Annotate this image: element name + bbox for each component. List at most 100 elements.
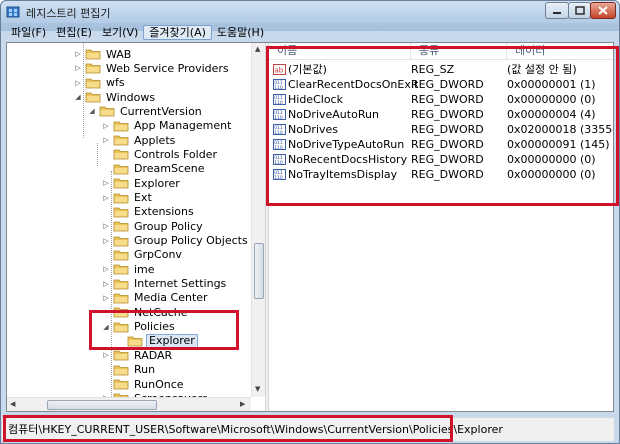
tree-item[interactable]: Controls Folder: [101, 147, 219, 161]
minimize-button[interactable]: [545, 2, 569, 19]
folder-icon: [113, 164, 129, 175]
tree-item[interactable]: ▷ App Management: [101, 119, 233, 133]
maximize-button[interactable]: [568, 2, 591, 19]
expanded-triangle-icon[interactable]: ◢: [87, 104, 97, 118]
tree-item-label: Controls Folder: [134, 147, 217, 161]
tree-item-label: wfs: [106, 76, 125, 90]
tree-item[interactable]: ▷ WAB: [73, 47, 133, 61]
menu-help[interactable]: 도움말(H): [212, 25, 269, 40]
registry-key-tree: ▷ WAB ▷ Web Service Providers ▷ wfs ◢ Windows ◢ C…: [7, 43, 265, 411]
tree-item[interactable]: ▷ Media Center: [101, 291, 210, 305]
folder-icon: [113, 207, 129, 218]
scroll-left-icon[interactable]: ◀: [10, 400, 15, 408]
menu-favorites[interactable]: 즐겨찾기(A): [143, 25, 212, 40]
collapsed-triangle-icon[interactable]: ▷: [101, 348, 111, 362]
collapsed-triangle-icon[interactable]: ▷: [101, 191, 111, 205]
highlight-box-explorer-key: [89, 310, 239, 350]
tree-item[interactable]: RunOnce: [101, 377, 186, 391]
tree-expander-spacer: [101, 363, 111, 377]
tree-item[interactable]: ▷ ime: [101, 262, 157, 276]
highlight-box-values: [266, 46, 619, 206]
folder-icon: [113, 236, 129, 246]
tree-item-label: Explorer: [134, 176, 180, 190]
collapsed-triangle-icon[interactable]: ▷: [101, 291, 111, 305]
folder-icon: [85, 49, 101, 60]
tree-item[interactable]: ▷ Web Service Providers: [73, 61, 231, 75]
tree-item-label: Internet Settings: [134, 277, 227, 291]
tree-item-label: DreamScene: [134, 162, 205, 176]
scroll-up-icon[interactable]: ▲: [255, 45, 260, 53]
tree-item-label: GrpConv: [134, 248, 182, 262]
tree-item-label: WAB: [106, 47, 132, 61]
window-title: 레지스트리 편집기: [26, 7, 111, 20]
tree-item-label: RunOnce: [134, 377, 184, 391]
tree-vertical-scrollbar[interactable]: ▲ ▼: [251, 43, 265, 397]
tree-item[interactable]: ▷ Group Policy Objects: [101, 234, 250, 248]
collapsed-triangle-icon[interactable]: ▷: [101, 234, 111, 248]
expanded-triangle-icon[interactable]: ◢: [73, 90, 83, 104]
tree-item[interactable]: DreamScene: [101, 162, 207, 176]
tree-connector-line: [97, 143, 98, 166]
tree-item[interactable]: ▷ wfs: [73, 76, 127, 90]
collapsed-triangle-icon[interactable]: ▷: [73, 61, 83, 75]
tree-expander-spacer: [101, 377, 111, 391]
folder-icon: [113, 178, 129, 189]
folder-icon: [85, 63, 101, 74]
close-button[interactable]: [590, 2, 616, 19]
folder-icon: [85, 78, 101, 89]
tree-item-label: Group Policy Objects: [134, 234, 248, 248]
tree-horizontal-scroll-thumb[interactable]: [47, 400, 157, 410]
minimize-icon: [553, 11, 561, 14]
registry-editor-icon: [6, 6, 20, 18]
collapsed-triangle-icon[interactable]: ▷: [101, 176, 111, 190]
tree-item[interactable]: ◢ CurrentVersion: [87, 104, 204, 118]
close-icon: [598, 6, 608, 15]
menu-file[interactable]: 파일(F): [6, 25, 51, 40]
scroll-down-icon[interactable]: ▼: [255, 385, 260, 393]
tree-item[interactable]: GrpConv: [101, 248, 184, 262]
registry-editor-window: 레지스트리 편집기 파일(F) 편집(E) 보기(V) 즐겨찾기(A) 도움말(…: [0, 0, 620, 444]
tree-item[interactable]: Extensions: [101, 205, 196, 219]
title-bar[interactable]: 레지스트리 편집기: [1, 1, 619, 23]
collapsed-triangle-icon[interactable]: ▷: [73, 47, 83, 61]
tree-item-label: Extensions: [134, 205, 194, 219]
tree-item[interactable]: ▷ Ext: [101, 191, 154, 205]
tree-item-label: Windows: [106, 90, 156, 104]
tree-item-label: Ext: [134, 191, 152, 204]
folder-icon: [113, 293, 129, 304]
collapsed-triangle-icon[interactable]: ▷: [101, 219, 111, 233]
tree-expander-spacer: [101, 162, 111, 176]
tree-expander-spacer: [101, 205, 111, 219]
collapsed-triangle-icon[interactable]: ▷: [101, 119, 111, 133]
tree-item[interactable]: ▷ Applets: [101, 133, 177, 147]
tree-item[interactable]: ▷ Group Policy: [101, 219, 205, 233]
folder-icon: [113, 150, 129, 160]
tree-item[interactable]: Run: [101, 363, 157, 377]
collapsed-triangle-icon[interactable]: ▷: [101, 133, 111, 147]
tree-item[interactable]: ▷ RADAR: [101, 348, 174, 362]
tree-item-label: App Management: [134, 119, 232, 133]
tree-item-label: Web Service Providers: [106, 61, 229, 75]
maximize-icon: [574, 6, 585, 15]
menu-view[interactable]: 보기(V): [97, 25, 143, 40]
tree-item-label: Group Policy: [134, 219, 203, 233]
folder-icon: [113, 135, 129, 146]
tree-item[interactable]: ▷ Explorer: [101, 176, 182, 190]
folder-icon: [113, 264, 129, 275]
folder-icon: [113, 379, 129, 390]
collapsed-triangle-icon[interactable]: ▷: [101, 277, 111, 291]
folder-icon: [113, 221, 129, 232]
folder-icon: [113, 279, 129, 289]
tree-item-label: Run: [134, 363, 156, 377]
tree-item[interactable]: ◢ Windows: [73, 90, 157, 104]
tree-item[interactable]: ▷ Internet Settings: [101, 277, 228, 291]
tree-item-label: RADAR: [134, 348, 173, 362]
folder-icon: [113, 365, 129, 376]
tree-vertical-scroll-thumb[interactable]: [254, 243, 264, 299]
tree-horizontal-scrollbar[interactable]: ◀ ▶: [7, 397, 251, 411]
scroll-right-icon[interactable]: ▶: [240, 400, 245, 408]
tree-expander-spacer: [101, 147, 111, 161]
menu-edit[interactable]: 편집(E): [51, 25, 97, 40]
collapsed-triangle-icon[interactable]: ▷: [73, 76, 83, 90]
collapsed-triangle-icon[interactable]: ▷: [101, 262, 111, 276]
